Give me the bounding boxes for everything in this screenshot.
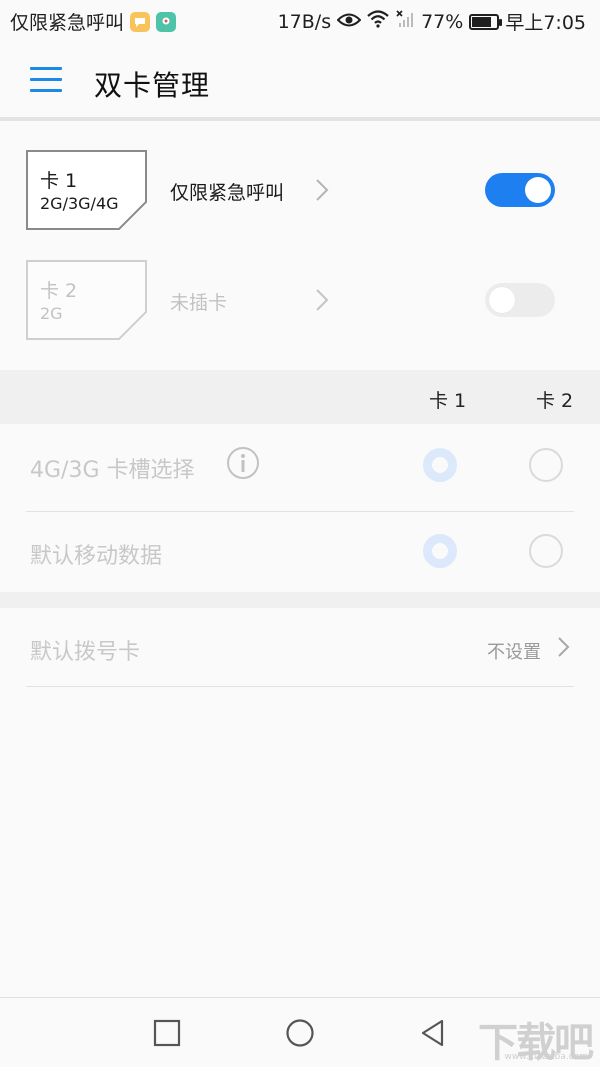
clock: 早上7:05 [505,12,586,34]
chevron-right-icon [316,289,329,311]
sim-row-1[interactable]: 卡 1 2G/3G/4G 仅限紧急呼叫 [0,150,600,240]
sim-card-1-icon: 卡 1 2G/3G/4G [26,150,147,230]
chevron-right-icon [316,179,329,201]
battery-icon [469,13,503,30]
sim-2-toggle[interactable] [485,283,555,317]
default-dial-value: 不设置 [487,642,541,663]
map-notification-icon [156,11,177,32]
sim-2-network: 2G [40,304,63,323]
watermark-url: www.xiazaiba.com [504,1052,588,1062]
slot-selection-card-1-radio[interactable] [423,448,457,482]
battery-percent: 77% [421,10,464,33]
default-dial-row[interactable]: 默认拨号卡 不设置 [0,608,600,688]
card-column-header: 卡 1 卡 2 [0,370,600,424]
default-data-card-1-radio[interactable] [423,534,457,568]
wifi-icon [367,10,389,33]
slot-selection-card-2-radio[interactable] [529,448,563,482]
carrier-text: 仅限紧急呼叫 [10,12,125,34]
default-dial-label: 默认拨号卡 [30,640,141,665]
slot-selection-label: 4G/3G 卡槽选择 [30,458,195,483]
square-icon[interactable] [152,1018,182,1048]
back-triangle-icon[interactable] [418,1018,448,1048]
row-divider [26,686,574,687]
sim-2-name: 卡 2 [40,280,78,302]
column-card-2: 卡 2 [536,390,574,412]
chat-notification-icon [130,11,151,32]
default-data-row: 默认移动数据 [0,510,600,596]
menu-icon[interactable] [30,67,62,93]
circle-icon[interactable] [285,1018,315,1048]
app-bar: 双卡管理 [0,42,600,118]
sim-1-status: 仅限紧急呼叫 [170,182,285,204]
sim-2-status: 未插卡 [170,292,228,314]
network-speed: 17B/s [277,10,332,33]
sim-1-toggle[interactable] [485,173,555,207]
eye-icon [336,11,362,33]
slot-selection-row: 4G/3G 卡槽选择 [0,424,600,510]
app-bar-divider [0,117,600,121]
default-data-label: 默认移动数据 [30,544,163,569]
chevron-right-icon [558,637,570,657]
status-right: 17B/s 77% 早上7:05 [278,8,586,35]
info-icon[interactable] [226,446,260,480]
sim-1-network: 2G/3G/4G [40,194,119,213]
sim-1-name: 卡 1 [40,170,78,192]
sim-row-2[interactable]: 卡 2 2G 未插卡 [0,260,600,350]
signal-icon [395,9,415,34]
status-bar: 仅限紧急呼叫 17B/s 77% 早上7:05 [0,0,600,42]
sim-card-2-icon: 卡 2 2G [26,260,147,340]
section-gap [0,592,600,608]
page-title: 双卡管理 [94,69,211,102]
status-left: 仅限紧急呼叫 [10,8,177,35]
default-data-card-2-radio[interactable] [529,534,563,568]
column-card-1: 卡 1 [429,390,467,412]
